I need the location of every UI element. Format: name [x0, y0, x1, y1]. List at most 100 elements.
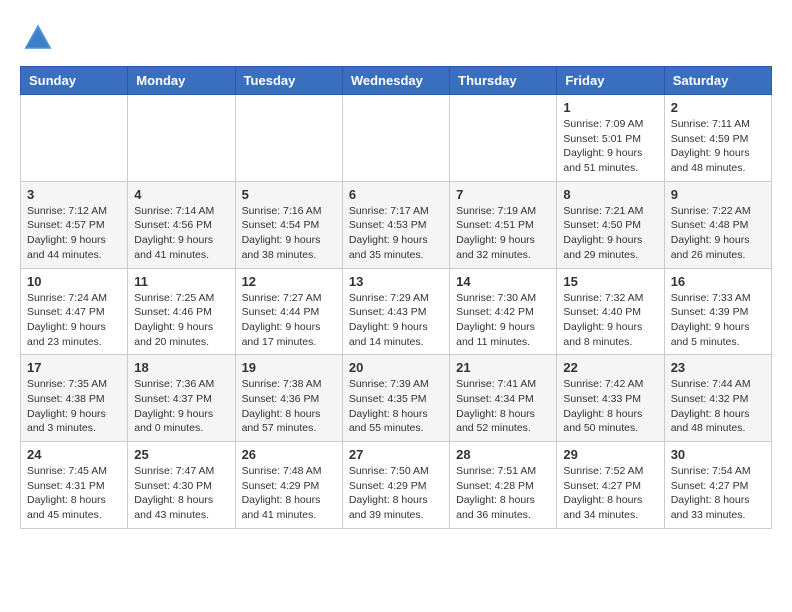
calendar-cell: 16 Sunrise: 7:33 AM Sunset: 4:39 PM Dayli… [664, 268, 771, 355]
weekday-header-saturday: Saturday [664, 67, 771, 95]
calendar-cell: 24 Sunrise: 7:45 AM Sunset: 4:31 PM Dayli… [21, 442, 128, 529]
day-info: Sunrise: 7:21 AM Sunset: 4:50 PM Dayligh… [563, 204, 657, 263]
day-number: 18 [134, 360, 228, 375]
weekday-header-sunday: Sunday [21, 67, 128, 95]
calendar-cell: 4 Sunrise: 7:14 AM Sunset: 4:56 PM Daylig… [128, 181, 235, 268]
calendar-cell: 10 Sunrise: 7:24 AM Sunset: 4:47 PM Dayli… [21, 268, 128, 355]
day-info: Sunrise: 7:39 AM Sunset: 4:35 PM Dayligh… [349, 377, 443, 436]
week-row-4: 17 Sunrise: 7:35 AM Sunset: 4:38 PM Dayli… [21, 355, 772, 442]
day-number: 1 [563, 100, 657, 115]
calendar-cell [342, 95, 449, 182]
day-number: 19 [242, 360, 336, 375]
day-info: Sunrise: 7:50 AM Sunset: 4:29 PM Dayligh… [349, 464, 443, 523]
weekday-header-wednesday: Wednesday [342, 67, 449, 95]
calendar-cell: 5Sunrise: 7:16 AM Sunset: 4:54 PM Daylig… [235, 181, 342, 268]
day-number: 2 [671, 100, 765, 115]
day-info: Sunrise: 7:24 AM Sunset: 4:47 PM Dayligh… [27, 291, 121, 350]
day-number: 11 [134, 274, 228, 289]
day-number: 6 [349, 187, 443, 202]
weekday-header-tuesday: Tuesday [235, 67, 342, 95]
day-number: 16 [671, 274, 765, 289]
weekday-header-monday: Monday [128, 67, 235, 95]
calendar-cell: 23 Sunrise: 7:44 AM Sunset: 4:32 PM Dayli… [664, 355, 771, 442]
calendar-cell: 26 Sunrise: 7:48 AM Sunset: 4:29 PM Dayli… [235, 442, 342, 529]
calendar-cell: 11 Sunrise: 7:25 AM Sunset: 4:46 PM Dayli… [128, 268, 235, 355]
page-header [20, 20, 772, 56]
calendar-cell: 30 Sunrise: 7:54 AM Sunset: 4:27 PM Dayli… [664, 442, 771, 529]
calendar-cell: 15Sunrise: 7:32 AM Sunset: 4:40 PM Dayli… [557, 268, 664, 355]
day-number: 13 [349, 274, 443, 289]
day-info: Sunrise: 7:14 AM Sunset: 4:56 PM Dayligh… [134, 204, 228, 263]
calendar-cell: 17 Sunrise: 7:35 AM Sunset: 4:38 PM Dayli… [21, 355, 128, 442]
calendar-cell: 19 Sunrise: 7:38 AM Sunset: 4:36 PM Dayli… [235, 355, 342, 442]
calendar-cell: 13 Sunrise: 7:29 AM Sunset: 4:43 PM Dayli… [342, 268, 449, 355]
day-number: 28 [456, 447, 550, 462]
day-number: 17 [27, 360, 121, 375]
calendar-cell: 3 Sunrise: 7:12 AM Sunset: 4:57 PM Daylig… [21, 181, 128, 268]
day-info: Sunrise: 7:47 AM Sunset: 4:30 PM Dayligh… [134, 464, 228, 523]
day-info: Sunrise: 7:38 AM Sunset: 4:36 PM Dayligh… [242, 377, 336, 436]
day-info: Sunrise: 7:33 AM Sunset: 4:39 PM Dayligh… [671, 291, 765, 350]
day-number: 14 [456, 274, 550, 289]
day-number: 9 [671, 187, 765, 202]
day-info: Sunrise: 7:27 AM Sunset: 4:44 PM Dayligh… [242, 291, 336, 350]
day-info: Sunrise: 7:36 AM Sunset: 4:37 PM Dayligh… [134, 377, 228, 436]
day-number: 25 [134, 447, 228, 462]
calendar-cell: 7 Sunrise: 7:19 AM Sunset: 4:51 PM Daylig… [450, 181, 557, 268]
day-number: 20 [349, 360, 443, 375]
weekday-header-thursday: Thursday [450, 67, 557, 95]
day-info: Sunrise: 7:25 AM Sunset: 4:46 PM Dayligh… [134, 291, 228, 350]
week-row-2: 3 Sunrise: 7:12 AM Sunset: 4:57 PM Daylig… [21, 181, 772, 268]
day-info: Sunrise: 7:29 AM Sunset: 4:43 PM Dayligh… [349, 291, 443, 350]
day-number: 30 [671, 447, 765, 462]
calendar-cell: 27Sunrise: 7:50 AM Sunset: 4:29 PM Dayli… [342, 442, 449, 529]
weekday-header-row: SundayMondayTuesdayWednesdayThursdayFrid… [21, 67, 772, 95]
calendar-cell [128, 95, 235, 182]
calendar-cell [21, 95, 128, 182]
calendar-cell: 14 Sunrise: 7:30 AM Sunset: 4:42 PM Dayli… [450, 268, 557, 355]
calendar-cell: 2 Sunrise: 7:11 AM Sunset: 4:59 PM Daylig… [664, 95, 771, 182]
calendar-cell: 18 Sunrise: 7:36 AM Sunset: 4:37 PM Dayli… [128, 355, 235, 442]
day-info: Sunrise: 7:45 AM Sunset: 4:31 PM Dayligh… [27, 464, 121, 523]
day-number: 10 [27, 274, 121, 289]
week-row-1: 1 Sunrise: 7:09 AM Sunset: 5:01 PM Daylig… [21, 95, 772, 182]
day-number: 26 [242, 447, 336, 462]
calendar-cell: 22Sunrise: 7:42 AM Sunset: 4:33 PM Dayli… [557, 355, 664, 442]
week-row-5: 24 Sunrise: 7:45 AM Sunset: 4:31 PM Dayli… [21, 442, 772, 529]
day-number: 15 [563, 274, 657, 289]
calendar-cell: 29Sunrise: 7:52 AM Sunset: 4:27 PM Dayli… [557, 442, 664, 529]
calendar-cell: 6 Sunrise: 7:17 AM Sunset: 4:53 PM Daylig… [342, 181, 449, 268]
day-info: Sunrise: 7:17 AM Sunset: 4:53 PM Dayligh… [349, 204, 443, 263]
day-info: Sunrise: 7:42 AM Sunset: 4:33 PM Dayligh… [563, 377, 657, 436]
day-info: Sunrise: 7:19 AM Sunset: 4:51 PM Dayligh… [456, 204, 550, 263]
day-number: 29 [563, 447, 657, 462]
day-info: Sunrise: 7:22 AM Sunset: 4:48 PM Dayligh… [671, 204, 765, 263]
day-info: Sunrise: 7:41 AM Sunset: 4:34 PM Dayligh… [456, 377, 550, 436]
day-number: 23 [671, 360, 765, 375]
day-info: Sunrise: 7:44 AM Sunset: 4:32 PM Dayligh… [671, 377, 765, 436]
day-info: Sunrise: 7:09 AM Sunset: 5:01 PM Dayligh… [563, 117, 657, 176]
calendar-cell: 1 Sunrise: 7:09 AM Sunset: 5:01 PM Daylig… [557, 95, 664, 182]
day-info: Sunrise: 7:12 AM Sunset: 4:57 PM Dayligh… [27, 204, 121, 263]
day-number: 24 [27, 447, 121, 462]
calendar-cell: 9 Sunrise: 7:22 AM Sunset: 4:48 PM Daylig… [664, 181, 771, 268]
calendar-cell: 20 Sunrise: 7:39 AM Sunset: 4:35 PM Dayli… [342, 355, 449, 442]
day-info: Sunrise: 7:48 AM Sunset: 4:29 PM Dayligh… [242, 464, 336, 523]
logo [20, 20, 60, 56]
calendar-cell: 28 Sunrise: 7:51 AM Sunset: 4:28 PM Dayli… [450, 442, 557, 529]
logo-icon [20, 20, 56, 56]
day-number: 3 [27, 187, 121, 202]
day-info: Sunrise: 7:35 AM Sunset: 4:38 PM Dayligh… [27, 377, 121, 436]
day-number: 4 [134, 187, 228, 202]
week-row-3: 10 Sunrise: 7:24 AM Sunset: 4:47 PM Dayli… [21, 268, 772, 355]
calendar-cell: 21Sunrise: 7:41 AM Sunset: 4:34 PM Dayli… [450, 355, 557, 442]
calendar-cell: 25 Sunrise: 7:47 AM Sunset: 4:30 PM Dayli… [128, 442, 235, 529]
day-info: Sunrise: 7:54 AM Sunset: 4:27 PM Dayligh… [671, 464, 765, 523]
day-number: 7 [456, 187, 550, 202]
calendar-cell [235, 95, 342, 182]
day-info: Sunrise: 7:11 AM Sunset: 4:59 PM Dayligh… [671, 117, 765, 176]
day-number: 12 [242, 274, 336, 289]
day-info: Sunrise: 7:30 AM Sunset: 4:42 PM Dayligh… [456, 291, 550, 350]
day-info: Sunrise: 7:51 AM Sunset: 4:28 PM Dayligh… [456, 464, 550, 523]
day-info: Sunrise: 7:16 AM Sunset: 4:54 PM Dayligh… [242, 204, 336, 263]
